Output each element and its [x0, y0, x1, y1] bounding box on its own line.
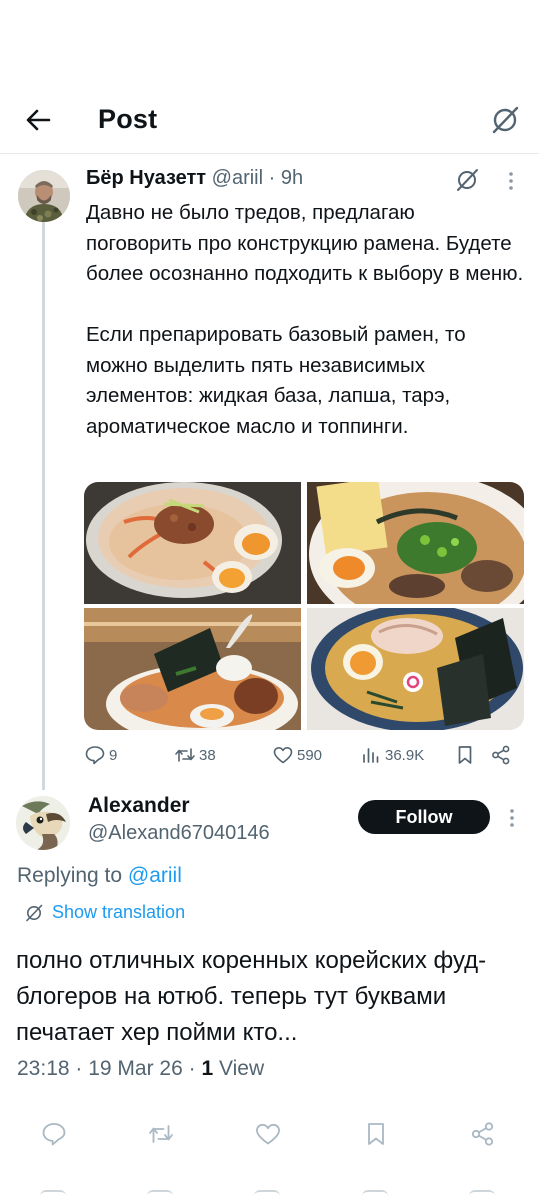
reply-button[interactable]	[40, 1120, 68, 1148]
like-count: 590	[297, 746, 323, 764]
post-date: 19 Mar 26	[88, 1057, 183, 1080]
author-name[interactable]: Alexander	[88, 794, 190, 818]
top-bar: Post	[0, 88, 539, 154]
share-button[interactable]	[490, 742, 512, 768]
post-time[interactable]: 9h	[281, 167, 303, 189]
grok-button[interactable]	[489, 104, 521, 136]
repost-icon	[149, 1125, 173, 1143]
views-label: View	[219, 1057, 265, 1080]
peek-icon	[147, 1190, 173, 1196]
more-options-button[interactable]	[500, 168, 522, 194]
media-grid	[84, 482, 524, 730]
reply-action-bar	[0, 1120, 539, 1148]
post-meta: 23:18 · 19 Mar 26 · 1 View	[17, 1057, 264, 1081]
views-button[interactable]: 36.9K	[360, 742, 424, 768]
separator-dot: ·	[75, 1057, 89, 1080]
peek-icon	[254, 1190, 280, 1196]
arrow-left-icon	[26, 109, 51, 131]
reply-icon	[42, 1123, 66, 1146]
view-count: 36.9K	[385, 746, 425, 764]
heart-icon	[273, 747, 293, 764]
more-vertical-icon	[510, 809, 514, 827]
mention-link[interactable]: @ariil	[128, 864, 182, 887]
follow-button[interactable]: Follow	[358, 800, 490, 834]
bookmark-icon	[368, 1123, 384, 1145]
analytics-icon	[363, 748, 379, 763]
bookmark-icon	[458, 746, 472, 764]
author-name[interactable]: Бёр Нуазетт	[86, 167, 206, 189]
reply-text: полно отличных коренных корейских фуд-бл…	[16, 947, 487, 1046]
tweet-text: Давно не было тредов, предлагаю поговори…	[86, 201, 524, 438]
bookmark-button[interactable]	[362, 1120, 390, 1148]
replying-prefix: Replying to	[17, 864, 123, 887]
separator-dot: ·	[268, 167, 281, 189]
like-button[interactable]: 590	[272, 742, 322, 768]
grok-explain-button[interactable]	[454, 167, 480, 193]
thread-connector-line	[42, 222, 45, 790]
page-title: Post	[98, 104, 158, 134]
back-button[interactable]	[22, 104, 54, 136]
next-action-bar-peek	[0, 1190, 539, 1200]
repost-button[interactable]	[147, 1120, 175, 1148]
like-button[interactable]	[254, 1120, 282, 1148]
reply-button[interactable]: 9	[84, 742, 117, 768]
author-handle[interactable]: @Alexand67040146	[88, 822, 270, 845]
show-translation-button[interactable]: Show translation	[24, 902, 185, 923]
grok-icon	[26, 904, 43, 921]
bookmark-button[interactable]	[454, 742, 476, 768]
grok-icon	[457, 169, 478, 191]
more-vertical-icon	[509, 172, 513, 190]
repost-icon	[175, 748, 195, 762]
reply-count: 9	[109, 746, 118, 764]
post-time: 23:18	[17, 1057, 70, 1080]
reply-icon	[85, 746, 105, 765]
avatar[interactable]	[18, 170, 70, 222]
eagle-avatar-icon	[16, 796, 70, 850]
repost-count: 38	[199, 746, 216, 764]
ramen-photo-4[interactable]	[307, 604, 524, 730]
share-icon	[492, 745, 510, 765]
grok-icon	[492, 106, 519, 134]
author-handle[interactable]: @ariil	[212, 167, 263, 189]
avatar[interactable]	[16, 796, 70, 850]
peek-icon	[40, 1190, 66, 1196]
peek-icon	[362, 1190, 388, 1196]
ramen-photo-1[interactable]	[84, 482, 301, 604]
profile-photo-icon	[18, 170, 70, 222]
share-icon	[471, 1122, 494, 1146]
separator-dot: ·	[188, 1057, 202, 1080]
ramen-photo-2[interactable]	[307, 482, 524, 634]
tweet-header: Бёр Нуазетт @ariil · 9h	[86, 167, 303, 190]
repost-button[interactable]: 38	[174, 742, 216, 768]
replying-to: Replying to @ariil	[17, 864, 182, 888]
views-count: 1	[201, 1057, 214, 1080]
peek-icon	[469, 1190, 495, 1196]
tweet-action-bar: 9 38 590 36.9K	[84, 742, 524, 768]
heart-icon	[256, 1123, 280, 1145]
share-button[interactable]	[469, 1120, 497, 1148]
show-translation-label: Show translation	[52, 902, 186, 922]
more-options-button[interactable]	[501, 806, 523, 830]
ramen-photo-3[interactable]	[84, 608, 301, 730]
